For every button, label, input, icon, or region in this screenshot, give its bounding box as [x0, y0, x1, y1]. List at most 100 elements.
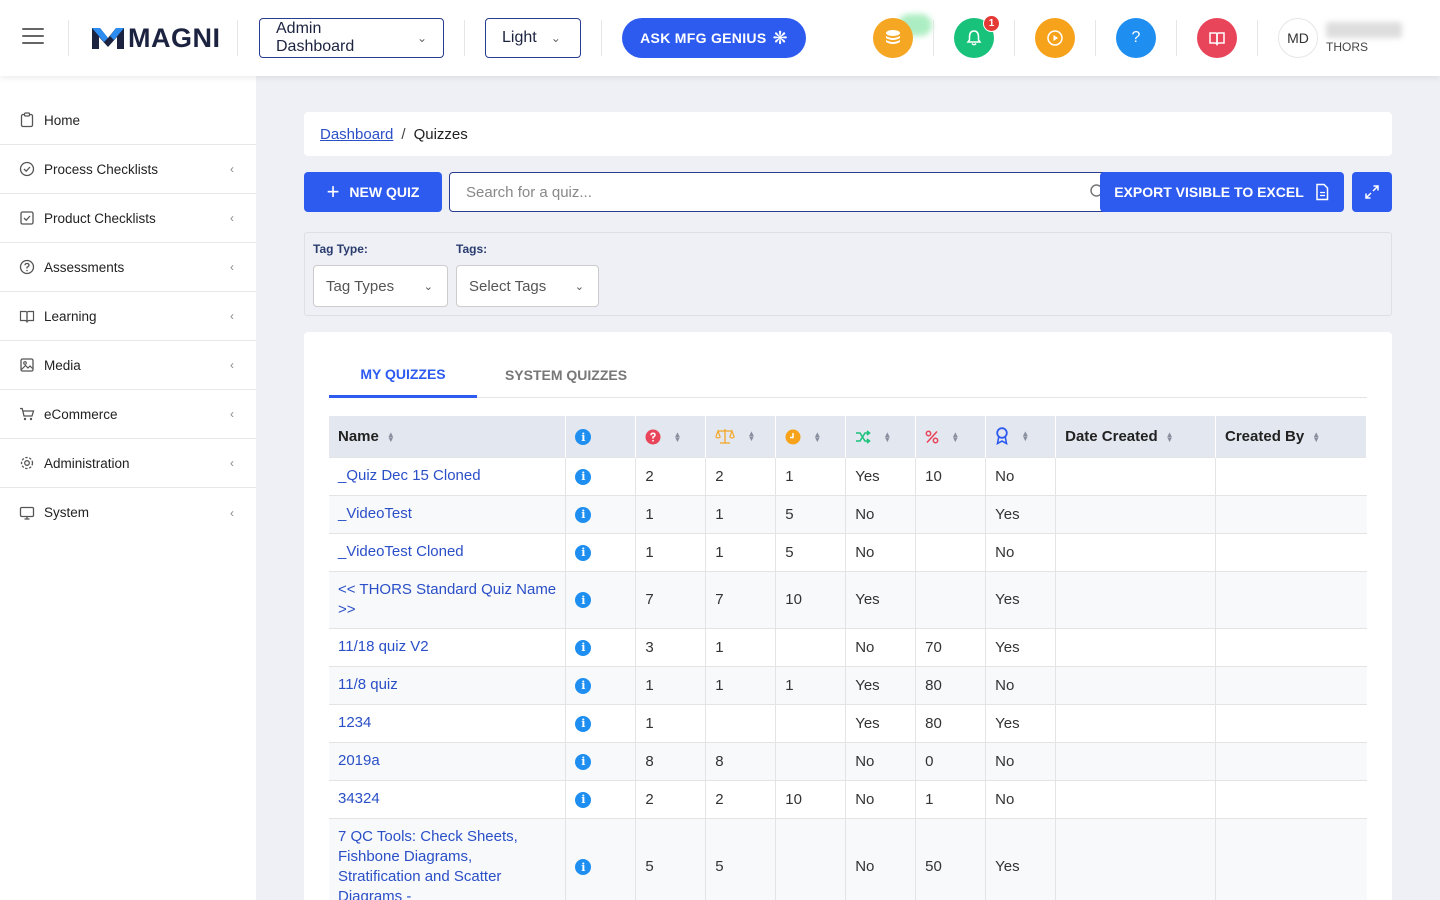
column-header-certificate[interactable]: ▲ ▼: [985, 416, 1057, 457]
table-row[interactable]: 11/18 quiz V2 i 3 1 No 70 Yes: [329, 627, 1367, 666]
fullscreen-button[interactable]: [1352, 172, 1392, 212]
sidebar-item-label: Assessments: [44, 259, 125, 275]
quiz-name-link[interactable]: 11/18 quiz V2: [329, 627, 567, 666]
table-row[interactable]: _VideoTest Cloned i 1 1 5 No No: [329, 532, 1367, 571]
chevron-down-icon: ⌄: [423, 280, 433, 293]
notifications-button[interactable]: 1: [954, 15, 1000, 58]
video-button[interactable]: [1035, 18, 1075, 58]
breadcrumb: Dashboard / Quizzes: [304, 112, 1392, 156]
info-cell: i: [565, 494, 637, 533]
quiz-name-link[interactable]: _Quiz Dec 15 Cloned: [329, 456, 567, 495]
quiz-name-link[interactable]: << THORS Standard Quiz Name >>: [329, 570, 567, 628]
sort-icon: ▲ ▼: [813, 429, 822, 444]
avatar[interactable]: MD: [1278, 18, 1318, 58]
book-icon: [1209, 32, 1225, 46]
questions-cell: 1: [635, 665, 707, 704]
questions-cell: 7: [635, 570, 707, 628]
column-header-label: Date Created: [1065, 427, 1158, 445]
sidebar-item-product-checklists[interactable]: Product Checklists ‹: [0, 194, 256, 243]
questions-cell: 1: [635, 532, 707, 571]
quiz-name-link[interactable]: 11/8 quiz: [329, 665, 567, 704]
shuffle-cell: No: [845, 494, 917, 533]
created-by-cell: [1215, 494, 1367, 533]
weight-cell: 2: [705, 456, 777, 495]
theme-select[interactable]: Light ⌄: [485, 18, 581, 58]
info-icon[interactable]: i: [575, 715, 592, 732]
info-icon[interactable]: i: [575, 859, 592, 876]
sidebar-item-label: Home: [44, 112, 81, 128]
column-header-created-by[interactable]: Created By ▲ ▼: [1215, 416, 1367, 457]
info-icon[interactable]: i: [575, 592, 592, 609]
sidebar-item-learning[interactable]: Learning ‹: [0, 292, 256, 341]
info-cell: i: [565, 570, 637, 628]
clock-icon: [785, 429, 801, 445]
search-input[interactable]: [450, 183, 1050, 201]
logo[interactable]: MAGNI: [90, 22, 221, 54]
ask-mfg-genius-button[interactable]: ASK MFG GENIUS ❋: [622, 18, 806, 58]
help-button[interactable]: ?: [1116, 18, 1156, 58]
column-header-date-created[interactable]: Date Created ▲ ▼: [1055, 416, 1217, 457]
table-row[interactable]: _Quiz Dec 15 Cloned i 2 2 1 Yes 10 No: [329, 456, 1367, 495]
tag-type-label: Tag Type:: [313, 242, 368, 256]
table-row[interactable]: 11/8 quiz i 1 1 1 Yes 80 No: [329, 665, 1367, 704]
info-icon[interactable]: i: [575, 506, 592, 523]
column-header-label: Created By: [1225, 427, 1305, 445]
table-row[interactable]: 2019a i 8 8 No 0 No: [329, 741, 1367, 780]
table-row[interactable]: 7 QC Tools: Check Sheets, Fishbone Diagr…: [329, 817, 1367, 900]
breadcrumb-dashboard-link[interactable]: Dashboard: [320, 126, 393, 143]
column-header-percent[interactable]: ▲ ▼: [915, 416, 987, 457]
search-box: [449, 172, 1120, 212]
info-icon[interactable]: i: [575, 753, 592, 770]
tags-label: Tags:: [456, 242, 488, 256]
info-icon[interactable]: i: [575, 468, 592, 485]
sidebar-item-administration[interactable]: Administration ‹: [0, 439, 256, 488]
questions-cell: 3: [635, 627, 707, 666]
column-header-weight[interactable]: ▲ ▼: [705, 416, 777, 457]
dashboard-select[interactable]: Admin Dashboard ⌄: [259, 18, 444, 58]
quiz-name-link[interactable]: 7 QC Tools: Check Sheets, Fishbone Diagr…: [329, 817, 567, 900]
column-header-label: Name: [338, 427, 379, 445]
export-excel-button[interactable]: EXPORT VISIBLE TO EXCEL: [1100, 172, 1344, 212]
column-header-shuffle[interactable]: ▲ ▼: [845, 416, 917, 457]
percent-cell: [915, 494, 987, 533]
new-quiz-button[interactable]: + NEW QUIZ: [304, 172, 442, 212]
quiz-name-link[interactable]: 2019a: [329, 741, 567, 780]
gear-icon: [18, 454, 36, 472]
menu-toggle-icon[interactable]: [22, 28, 44, 46]
info-icon[interactable]: i: [575, 639, 592, 656]
table-row[interactable]: 34324 i 2 2 10 No 1 No: [329, 779, 1367, 818]
info-icon[interactable]: i: [575, 544, 592, 561]
certificate-cell: Yes: [985, 627, 1057, 666]
table-row[interactable]: 1234 i 1 Yes 80 Yes: [329, 703, 1367, 742]
info-icon[interactable]: i: [575, 791, 592, 808]
sidebar-item-home[interactable]: Home: [0, 96, 256, 145]
quiz-name-link[interactable]: 1234: [329, 703, 567, 742]
quiz-name-link[interactable]: _VideoTest Cloned: [329, 532, 567, 571]
check-square-icon: [18, 209, 36, 227]
sidebar-item-process-checklists[interactable]: Process Checklists ‹: [0, 145, 256, 194]
column-header-name[interactable]: Name ▲ ▼: [329, 416, 567, 457]
user-name-blurred: [1326, 22, 1402, 38]
sidebar-item-label: Administration: [44, 455, 130, 471]
column-header-time[interactable]: ▲ ▼: [775, 416, 847, 457]
book-button[interactable]: [1197, 18, 1237, 58]
table-row[interactable]: << THORS Standard Quiz Name >> i 7 7 10 …: [329, 570, 1367, 628]
quiz-name-link[interactable]: _VideoTest: [329, 494, 567, 533]
sidebar-item-ecommerce[interactable]: eCommerce ‹: [0, 390, 256, 439]
tab-system-quizzes[interactable]: SYSTEM QUIZZES: [493, 352, 639, 398]
tags-select[interactable]: Select Tags ⌄: [456, 265, 599, 307]
info-icon[interactable]: i: [575, 677, 592, 694]
table-row[interactable]: _VideoTest i 1 1 5 No Yes: [329, 494, 1367, 533]
coins-button[interactable]: [873, 18, 913, 58]
weight-cell: 1: [705, 665, 777, 704]
percent-cell: [915, 570, 987, 628]
sidebar-item-media[interactable]: Media ‹: [0, 341, 256, 390]
monitor-icon: [18, 504, 36, 522]
shuffle-icon: [856, 430, 871, 444]
column-header-questions[interactable]: ▲ ▼: [635, 416, 707, 457]
tab-my-quizzes[interactable]: MY QUIZZES: [329, 352, 477, 398]
sidebar-item-system[interactable]: System ‹: [0, 488, 256, 537]
sidebar-item-assessments[interactable]: Assessments ‹: [0, 243, 256, 292]
tag-type-select[interactable]: Tag Types ⌄: [313, 265, 448, 307]
quiz-name-link[interactable]: 34324: [329, 779, 567, 818]
